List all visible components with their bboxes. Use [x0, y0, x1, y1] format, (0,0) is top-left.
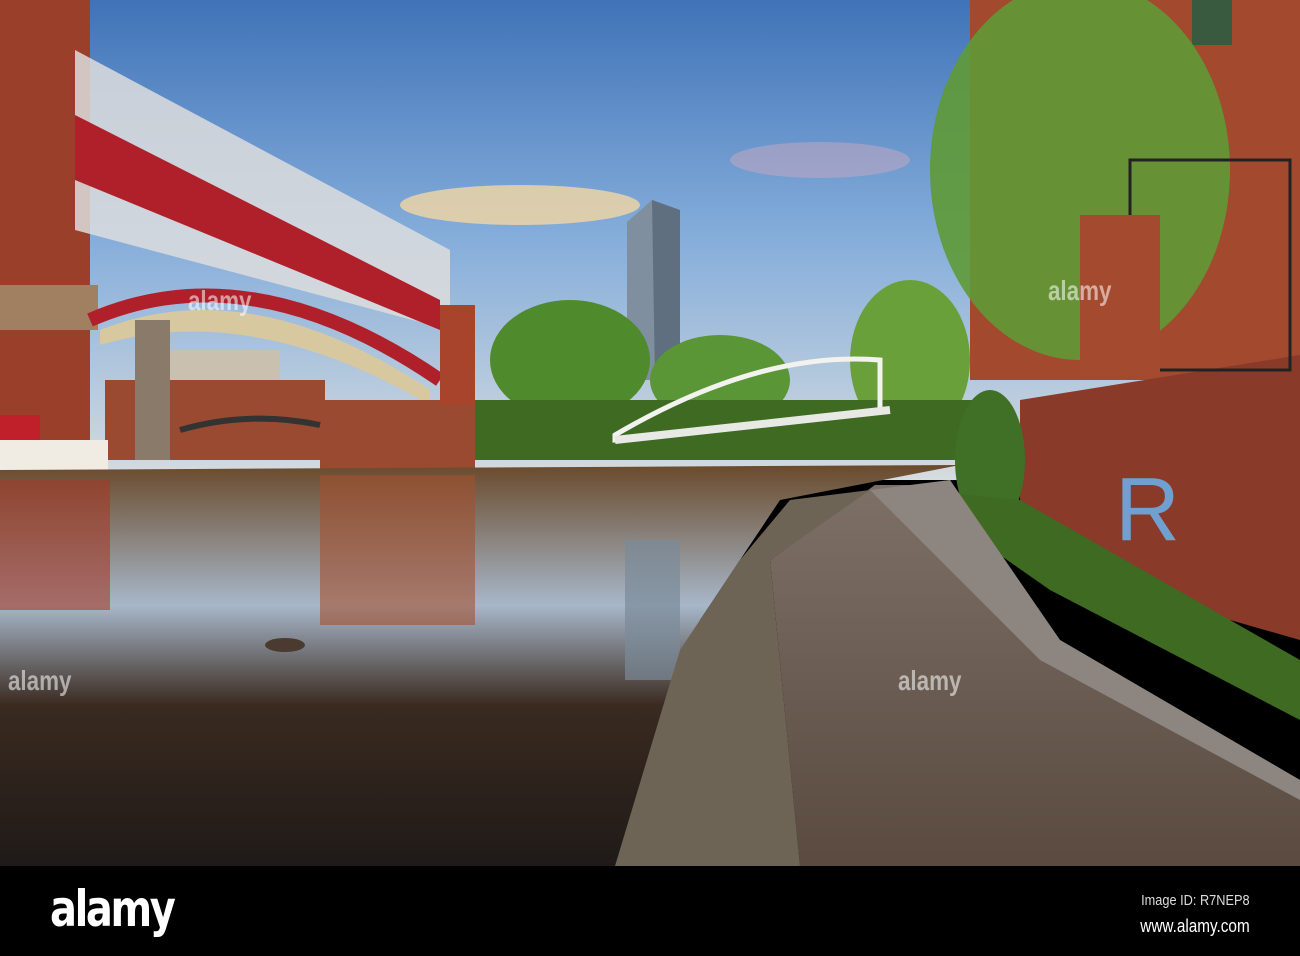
canal-photo: R [0, 0, 1300, 866]
alamy-logo: alamy [50, 880, 176, 938]
goose [265, 638, 305, 652]
watermark: alamy [187, 285, 252, 316]
website-link[interactable]: www.alamy.com [1141, 916, 1250, 937]
image-id: Image ID: R7NEP8 [1141, 892, 1250, 909]
sunlit-cloud [400, 185, 640, 225]
footer-bar: alamy Image ID: R7NEP8 www.alamy.com [0, 866, 1300, 956]
graffiti: R [1115, 460, 1180, 560]
bridge-pier [320, 400, 475, 470]
watermark: alamy [7, 665, 72, 696]
watermark: alamy [897, 665, 962, 696]
watermark: alamy [1047, 275, 1112, 306]
